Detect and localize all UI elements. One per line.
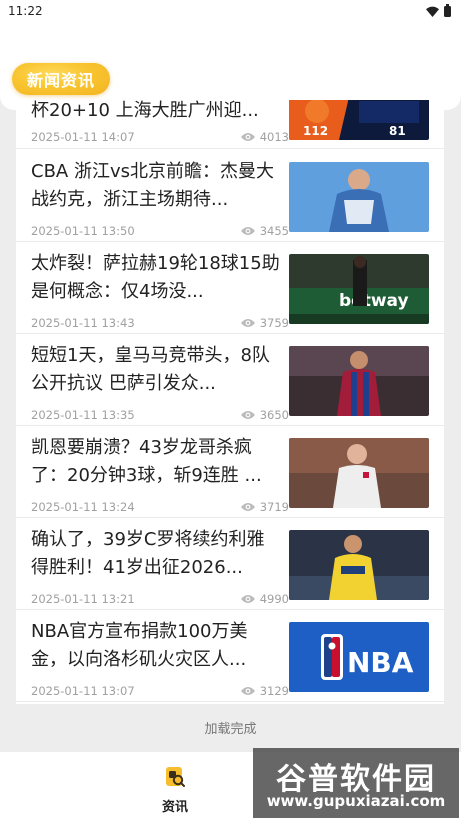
score-right: 81 — [389, 124, 406, 138]
eye-icon — [240, 503, 255, 511]
news-title: NBA官方宣布捐款100万美金，以向洛杉矶火灾区人... — [31, 621, 248, 670]
news-title: 确认了，39岁C罗将续约利雅得胜利！41岁出征2026... — [31, 529, 265, 578]
eye-icon — [240, 133, 255, 141]
load-status: 加载完成 — [204, 722, 257, 737]
news-meta: 2025-01-11 13:43 3759 — [31, 316, 289, 330]
view-count: 3650 — [259, 408, 289, 422]
news-date: 2025-01-11 13:07 — [31, 684, 135, 698]
nba-logo-text: NBA — [347, 646, 414, 679]
news-meta: 2025-01-11 13:50 3455 — [31, 224, 289, 238]
news-thumbnail — [289, 438, 429, 508]
news-thumbnail: 112 81 — [289, 100, 429, 140]
status-time: 11:22 — [8, 4, 43, 18]
eye-icon — [240, 595, 255, 603]
news-item[interactable]: 杯20+10 上海大胜广州迎... 2025-01-11 14:07 4013 … — [16, 100, 444, 149]
news-item[interactable]: 确认了，39岁C罗将续约利雅得胜利！41岁出征2026... 2025-01-1… — [16, 518, 444, 610]
news-date: 2025-01-11 13:50 — [31, 224, 135, 238]
eye-icon — [240, 319, 255, 327]
news-title: CBA 浙江vs北京前瞻：杰曼大战约克，浙江主场期待... — [31, 161, 274, 210]
news-item[interactable]: 太炸裂！萨拉赫19轮18球15助是何概念：仅4场没... 2025-01-11 … — [16, 242, 444, 334]
battery-icon — [444, 3, 451, 17]
view-count: 3719 — [259, 500, 289, 514]
eye-icon — [240, 227, 255, 235]
news-meta: 2025-01-11 13:07 3129 — [31, 684, 289, 698]
view-count: 3129 — [259, 684, 289, 698]
news-date: 2025-01-11 13:21 — [31, 592, 135, 606]
news-thumbnail — [289, 162, 429, 232]
news-date: 2025-01-11 13:24 — [31, 500, 135, 514]
tab-news[interactable]: 资讯 — [138, 762, 212, 817]
news-title: 太炸裂！萨拉赫19轮18球15助是何概念：仅4场没... — [31, 253, 280, 302]
ad-text: betway — [339, 291, 409, 311]
view-count: 4990 — [259, 592, 289, 606]
news-item[interactable]: NBA官方宣布捐款100万美金，以向洛杉矶火灾区人... 2025-01-11 … — [16, 610, 444, 702]
status-bar: 11:22 — [0, 0, 461, 22]
news-thumbnail — [289, 530, 429, 600]
news-meta: 2025-01-11 13:35 3650 — [31, 408, 289, 422]
news-title: 杯20+10 上海大胜广州迎... — [31, 100, 259, 121]
view-count: 3759 — [259, 316, 289, 330]
tab-news-label: 资讯 — [161, 800, 188, 815]
status-icons — [426, 3, 451, 17]
watermark: 谷普软件园 www.gupuxiazai.com — [253, 748, 459, 818]
eye-icon — [240, 411, 255, 419]
news-item[interactable]: 短短1天，皇马马竞带头，8队公开抗议 巴萨引发众... 2025-01-11 1… — [16, 334, 444, 426]
eye-icon — [240, 687, 255, 695]
page-title: 新闻资讯 — [12, 63, 110, 95]
news-title: 凯恩要崩溃？43岁龙哥杀疯了：20分钟3球，斩9连胜 ... — [31, 437, 262, 486]
news-item[interactable]: 凯恩要崩溃？43岁龙哥杀疯了：20分钟3球，斩9连胜 ... 2025-01-1… — [16, 426, 444, 518]
news-title: 短短1天，皇马马竞带头，8队公开抗议 巴萨引发众... — [31, 345, 270, 394]
score-left: 112 — [303, 124, 328, 138]
news-date: 2025-01-11 14:07 — [31, 130, 135, 144]
news-thumbnail: betway — [289, 254, 429, 324]
watermark-url: www.gupuxiazai.com — [266, 792, 446, 810]
news-meta: 2025-01-11 13:21 4990 — [31, 592, 289, 606]
wifi-icon — [426, 6, 439, 17]
view-count: 4013 — [259, 130, 289, 144]
news-meta: 2025-01-11 14:07 4013 — [31, 130, 289, 144]
news-tab-icon — [166, 767, 185, 787]
news-list[interactable]: 杯20+10 上海大胜广州迎... 2025-01-11 14:07 4013 … — [16, 100, 444, 704]
news-item[interactable]: CBA 浙江vs北京前瞻：杰曼大战约克，浙江主场期待... 2025-01-11… — [16, 150, 444, 242]
news-thumbnail: NBA — [289, 622, 429, 692]
news-thumbnail — [289, 346, 429, 416]
news-date: 2025-01-11 13:43 — [31, 316, 135, 330]
news-date: 2025-01-11 13:35 — [31, 408, 135, 422]
news-meta: 2025-01-11 13:24 3719 — [31, 500, 289, 514]
view-count: 3455 — [259, 224, 289, 238]
